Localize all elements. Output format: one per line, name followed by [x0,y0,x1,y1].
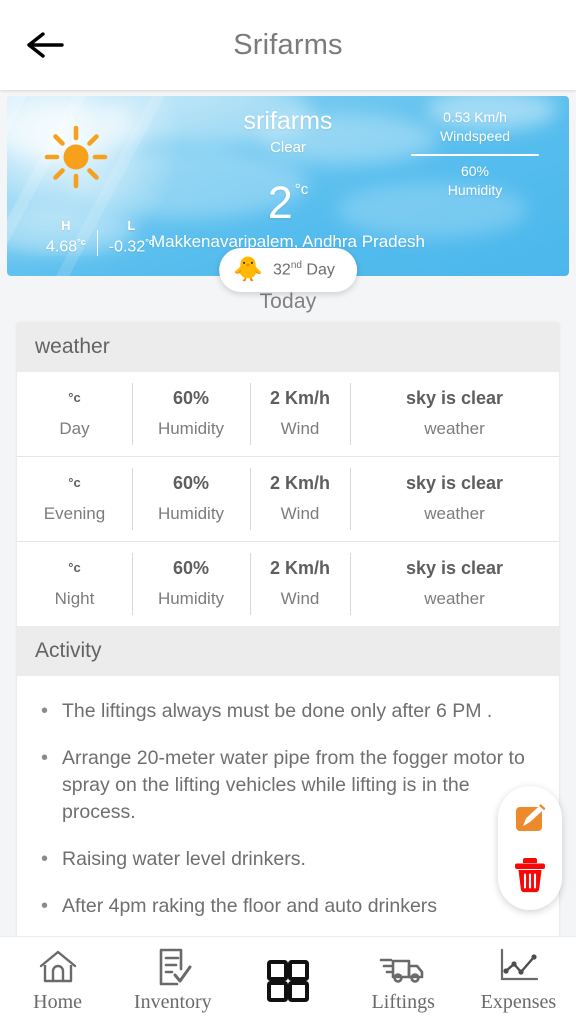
row-description: sky is clear [405,473,504,493]
row-period: Evening [43,504,106,523]
row-description-label: weather [424,589,485,608]
row-humidity: 60% [172,473,210,493]
bullet-icon: • [41,848,49,870]
table-row: °c Evening 60% Humidity 2 Km/h Wind sky is cle… [17,457,559,542]
current-temperature: 2 [267,177,293,228]
list-item: • Raising water level drinkers. [17,838,559,885]
table-cell: °c Evening [17,457,132,541]
row-wind-label: Wind [280,419,320,438]
nav-item-home[interactable]: Home [0,947,115,1014]
activity-text: Arrange 20-meter water pipe from the fog… [62,747,525,823]
floating-action-pill [498,786,562,910]
list-item: • After 4pm raking the floor and auto dri… [17,885,559,932]
edit-pencil-icon [510,798,550,843]
row-humidity: 60% [172,558,210,578]
row-description: sky is clear [405,388,504,408]
table-cell: sky is clear weather [350,542,559,626]
row-humidity-label: Humidity [157,589,225,608]
table-cell: sky is clear weather [350,372,559,456]
chick-icon: 🐥 [233,256,264,283]
table-cell: sky is clear weather [350,457,559,541]
app-screen: Srifarms H 4.68°c L -0.32°c srifarms Cle… [0,0,576,1024]
grid-squares-icon [265,959,311,1002]
row-period: Day [59,419,90,438]
windspeed-value: 0.53 Km/h [443,109,507,125]
humidity-value: 60% [460,163,490,179]
activity-text: The liftings always must be done only af… [62,700,493,722]
row-temperature: °c [68,390,81,405]
activity-list: • The liftings always must be done only a… [17,676,559,942]
table-cell: °c Day [17,372,132,456]
page-title: Srifarms [233,28,343,61]
day-number: 32 [273,261,291,279]
temperature-unit: °c [294,181,309,198]
weather-section-header: weather [17,322,559,372]
metrics-divider [411,154,539,156]
list-item: • Arrange 20-meter water pipe from the fo… [17,737,559,838]
delete-button[interactable] [508,854,552,898]
bullet-icon: • [41,700,49,722]
row-humidity-label: Humidity [157,504,225,523]
row-period: Night [54,589,95,608]
table-cell: 60% Humidity [132,542,250,626]
nav-item-label: Inventory [133,991,212,1013]
edit-button[interactable] [508,798,552,842]
nav-item-label: Expenses [480,991,557,1013]
row-wind: 2 Km/h [269,473,330,493]
table-row: °c Day 60% Humidity 2 Km/h Wind sky is clear we… [17,372,559,457]
windspeed-label: Windspeed [439,128,511,144]
app-bar: Srifarms [0,0,576,90]
activity-text: After 4pm raking the floor and auto drin… [62,895,438,917]
back-button[interactable] [14,14,76,76]
list-item: • The liftings always must be done only a… [17,690,559,737]
humidity-label: Humidity [447,182,503,198]
table-row: °c Night 60% Humidity 2 Km/h Wind sky is clear… [17,542,559,626]
weather-condition: Clear [270,139,306,156]
day-suffix: Day [301,261,335,279]
row-wind-label: Wind [280,504,320,523]
nav-item-label: Liftings [371,991,435,1013]
table-cell: 2 Km/h Wind [250,372,350,456]
table-cell: 2 Km/h Wind [250,457,350,541]
today-label: Today [259,290,317,313]
activity-text: Raising water level drinkers. [62,848,306,870]
line-chart-icon [495,947,541,987]
row-humidity: 60% [172,388,210,408]
row-description-label: weather [424,419,485,438]
day-ordinal: nd [290,260,302,272]
row-wind: 2 Km/h [269,558,330,578]
row-description-label: weather [424,504,485,523]
clipboard-check-icon [151,947,195,987]
bullet-icon: • [41,747,49,769]
table-cell: °c Night [17,542,132,626]
row-wind: 2 Km/h [269,388,330,408]
home-icon [36,947,80,987]
farm-name: srifarms [243,107,333,135]
table-cell: 60% Humidity [132,457,250,541]
row-temperature: °c [68,475,81,490]
trash-icon [510,853,550,900]
nav-item-expenses[interactable]: Expenses [461,947,576,1014]
row-wind-label: Wind [280,589,320,608]
row-humidity-label: Humidity [157,419,225,438]
nav-item-dashboard[interactable] [230,959,345,1002]
weather-table: °c Day 60% Humidity 2 Km/h Wind sky is clear we… [17,372,559,626]
day-count-chip[interactable]: 🐥 32nd Day [219,248,357,292]
bullet-icon: • [41,895,49,917]
table-cell: 60% Humidity [132,372,250,456]
table-cell: 2 Km/h Wind [250,542,350,626]
arrow-left-icon [26,30,64,60]
details-card: weather °c Day 60% Humidity 2 Km/h Wind sky is… [17,322,559,942]
nav-item-label: Home [33,991,83,1013]
row-temperature: °c [68,560,81,575]
row-description: sky is clear [405,558,504,578]
nav-item-liftings[interactable]: Liftings [346,947,461,1014]
delivery-truck-icon [379,947,427,987]
bottom-navigation: Home Inventory Liftings Expenses [0,936,576,1024]
activity-section-header: Activity [17,626,559,676]
weather-metrics: 0.53 Km/h Windspeed 60% Humidity [411,108,539,200]
nav-item-inventory[interactable]: Inventory [115,947,230,1014]
